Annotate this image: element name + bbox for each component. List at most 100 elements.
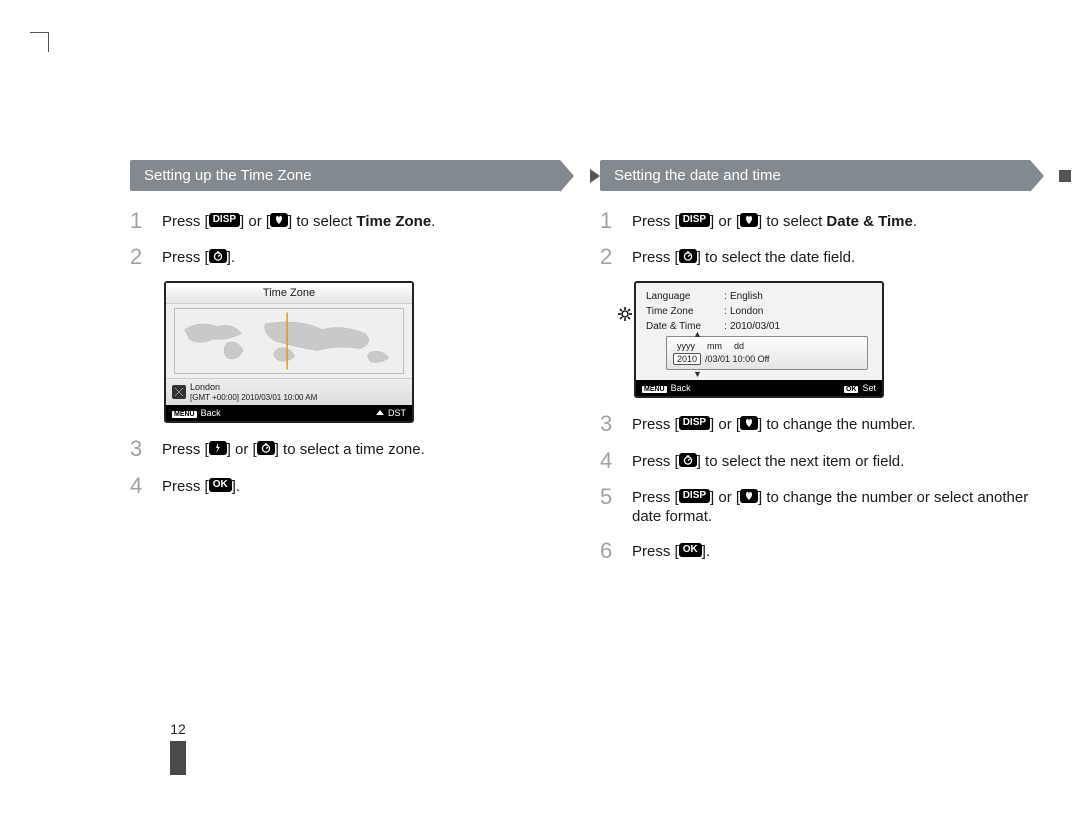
timer-right-icon (679, 453, 697, 467)
chevron-down-icon: ▼ (693, 369, 702, 379)
settings-key: Time Zone (646, 306, 724, 317)
menu-pill: MENU (172, 411, 197, 418)
screen-bottom-bar: MENUBack OKSet (636, 380, 882, 396)
screen-back: MENUBack (642, 383, 691, 393)
step-text: Press [OK]. (162, 474, 240, 497)
step: 1 Press [DISP] or [] to select Date & Ti… (600, 209, 1030, 233)
date-format-labels: yyyy mm dd (673, 341, 861, 351)
page-number-bar (170, 741, 186, 775)
steps-list: 1 Press [DISP] or [] to select Time Zone… (130, 209, 560, 269)
date-rest: /03/01 10:00 Off (705, 354, 769, 364)
screen-gmt: [GMT +00:00] 2010/03/01 10:00 AM (190, 393, 317, 402)
timer-right-icon (679, 249, 697, 263)
step-number: 6 (600, 539, 618, 563)
camera-screen-timezone: Time Zone (164, 281, 414, 423)
settings-value: English (730, 291, 872, 302)
step-number: 2 (600, 245, 618, 269)
step-text: Press [] to select the date field. (632, 245, 855, 268)
home-icon (172, 385, 186, 399)
page-number-text: 12 (170, 721, 186, 737)
screen-back: MENUBack (172, 408, 221, 418)
manual-page: Setting up the Time Zone 1 Press [DISP] … (0, 0, 1080, 835)
step: 2 Press []. (130, 245, 560, 269)
section-header-label: Setting up the Time Zone (144, 167, 312, 184)
screen-location-row: London [GMT +00:00] 2010/03/01 10:00 AM (166, 378, 412, 405)
step-number: 3 (600, 412, 618, 436)
chevron-up-icon: ▲ (693, 329, 702, 339)
settings-key: Language (646, 291, 724, 302)
timer-right-icon (209, 249, 227, 263)
step: 3 Press [DISP] or [] to change the numbe… (600, 412, 1030, 436)
timer-right-icon (257, 441, 275, 455)
left-column: Setting up the Time Zone 1 Press [DISP] … (130, 160, 560, 575)
step-number: 4 (130, 474, 148, 498)
step-text: Press [DISP] or [] to change the number. (632, 412, 916, 435)
section-header-datetime: Setting the date and time (600, 160, 1030, 191)
settings-key: Date & Time (646, 321, 724, 332)
steps-list: 3 Press [DISP] or [] to change the numbe… (600, 412, 1030, 563)
step: 4 Press [OK]. (130, 474, 560, 498)
screen-body (166, 304, 412, 378)
screen-dst: DST (376, 408, 406, 418)
step-number: 5 (600, 485, 618, 509)
step-number: 2 (130, 245, 148, 269)
date-values: 2010 /03/01 10:00 Off (673, 353, 861, 365)
settings-list: Language:English Time Zone:London Date &… (636, 283, 882, 380)
settings-value: London (730, 306, 872, 317)
page-number: 12 (170, 721, 186, 775)
settings-row: Time Zone:London (646, 304, 872, 319)
end-icon (1058, 169, 1072, 183)
disp-icon: DISP (679, 416, 710, 430)
world-map-svg (175, 311, 403, 371)
camera-screen-datetime: Language:English Time Zone:London Date &… (634, 281, 884, 398)
flash-left-icon (209, 441, 227, 455)
crop-mark (48, 32, 49, 52)
section-header-timezone: Setting up the Time Zone (130, 160, 560, 191)
steps-list: 1 Press [DISP] or [] to select Date & Ti… (600, 209, 1030, 269)
ok-icon: OK (209, 478, 232, 492)
step-text: Press [OK]. (632, 539, 710, 562)
disp-icon: DISP (209, 213, 240, 227)
step-text: Press []. (162, 245, 235, 268)
date-edit-box: ▲ yyyy mm dd 2010 /03/01 10:00 Off ▼ (666, 336, 868, 370)
macro-down-icon (740, 213, 758, 227)
gear-icon (618, 307, 632, 321)
step-number: 3 (130, 437, 148, 461)
content-columns: Setting up the Time Zone 1 Press [DISP] … (130, 160, 1030, 575)
screen-city: London (190, 382, 317, 392)
settings-value: 2010/03/01 (730, 321, 872, 332)
step-number: 1 (600, 209, 618, 233)
step-text: Press [DISP] or [] to select Time Zone. (162, 209, 435, 232)
step-number: 4 (600, 449, 618, 473)
step-text: Press [] or [] to select a time zone. (162, 437, 425, 460)
step-text: Press [] to select the next item or fiel… (632, 449, 904, 472)
step: 2 Press [] to select the date field. (600, 245, 1030, 269)
year-selected: 2010 (673, 353, 701, 365)
step-text: Press [DISP] or [] to select Date & Time… (632, 209, 917, 232)
macro-down-icon (740, 489, 758, 503)
screen-bottom-bar: MENUBack DST (166, 405, 412, 421)
crop-mark (30, 32, 48, 33)
step: 6 Press [OK]. (600, 539, 1030, 563)
ok-icon: OK (679, 543, 702, 557)
right-column: Setting the date and time 1 Press [DISP]… (600, 160, 1030, 575)
step-number: 1 (130, 209, 148, 233)
step: 4 Press [] to select the next item or fi… (600, 449, 1030, 473)
settings-row: Language:English (646, 289, 872, 304)
macro-down-icon (740, 416, 758, 430)
chevron-up-icon (376, 410, 384, 415)
step-text: Press [DISP] or [] to change the number … (632, 485, 1030, 527)
screen-set: OKSet (844, 383, 876, 393)
steps-list: 3 Press [] or [] to select a time zone. … (130, 437, 560, 497)
step: 5 Press [DISP] or [] to change the numbe… (600, 485, 1030, 527)
step: 1 Press [DISP] or [] to select Time Zone… (130, 209, 560, 233)
disp-icon: DISP (679, 489, 710, 503)
disp-icon: DISP (679, 213, 710, 227)
macro-down-icon (270, 213, 288, 227)
section-header-label: Setting the date and time (614, 167, 781, 184)
step: 3 Press [] or [] to select a time zone. (130, 437, 560, 461)
ok-pill: OK (844, 386, 859, 393)
screen-title: Time Zone (166, 283, 412, 304)
settings-row: Date & Time:2010/03/01 (646, 319, 872, 334)
menu-pill: MENU (642, 386, 667, 393)
